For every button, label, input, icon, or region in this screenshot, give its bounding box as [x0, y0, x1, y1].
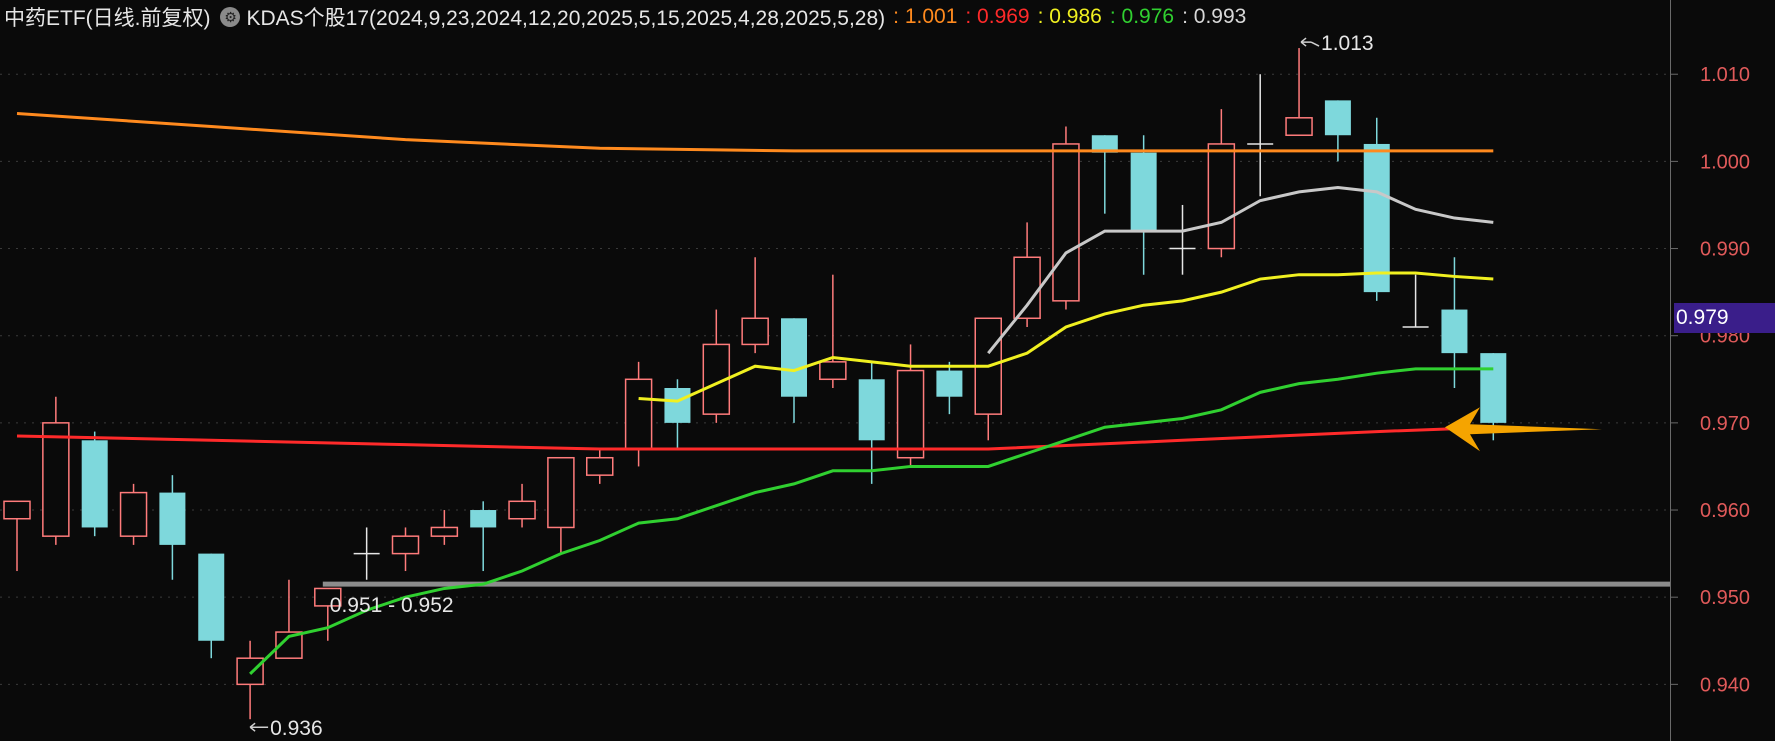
candle — [741, 257, 769, 354]
candle-body — [508, 500, 536, 520]
candle-body — [236, 657, 264, 686]
candlestick-chart[interactable]: 1.0101.0000.9900.9800.9700.9600.9500.940… — [0, 0, 1775, 741]
indicator-line-2 — [16, 425, 1494, 451]
candle-body — [3, 500, 31, 520]
candle — [664, 379, 691, 450]
candle-body — [1480, 353, 1507, 423]
range-label: 0.951 - 0.952 — [330, 594, 454, 617]
candle-body — [858, 379, 885, 441]
low-price-label: 0.936 — [270, 717, 323, 740]
candle-body — [81, 440, 108, 528]
axis-tick-label: 0.990 — [1700, 239, 1750, 261]
candle — [624, 361, 653, 467]
candle-body — [1363, 143, 1390, 293]
candle-body — [586, 456, 614, 476]
candle-body — [547, 456, 575, 529]
candle — [1130, 135, 1157, 275]
candle-body — [198, 553, 225, 641]
candle-body — [1285, 117, 1313, 136]
candle — [1402, 274, 1429, 328]
candle-body — [664, 388, 691, 423]
candle-body — [119, 491, 148, 537]
candle — [159, 475, 186, 580]
candle — [586, 449, 614, 484]
candle — [1247, 74, 1274, 197]
annotations: 1.013 0.936 0.951 - 0.952 — [249, 32, 1602, 740]
candle-body — [1130, 152, 1157, 232]
candle — [936, 361, 963, 415]
indicator-lines — [16, 111, 1494, 675]
candle-body — [1013, 256, 1041, 320]
candle-body — [819, 361, 847, 381]
candle — [198, 553, 225, 659]
candle — [236, 640, 264, 720]
candle — [119, 483, 148, 545]
candle — [42, 396, 70, 545]
price-axis-divider — [1670, 0, 1671, 741]
candle — [353, 527, 380, 580]
highlight-arrow — [1445, 407, 1602, 452]
candle — [391, 527, 420, 572]
candle — [1091, 135, 1118, 214]
candle — [1052, 126, 1080, 310]
high-marker-arrow — [1300, 37, 1320, 47]
axis-tick-label: 1.000 — [1700, 151, 1750, 173]
candle — [81, 431, 108, 537]
high-price-label: 1.013 — [1321, 32, 1374, 55]
candle-body — [896, 369, 925, 459]
candle — [1013, 222, 1041, 327]
candle-body — [781, 318, 807, 397]
candle-body — [624, 378, 653, 450]
price-axis-ticks: 1.0101.0000.9900.9800.9700.9600.9500.940 — [1670, 64, 1750, 696]
axis-tick-label: 0.970 — [1700, 413, 1750, 435]
candle-body — [391, 535, 420, 555]
axis-tick-label: 0.940 — [1700, 674, 1750, 696]
candle — [1285, 48, 1313, 136]
candle-body — [470, 510, 497, 528]
axis-tick-label: 1.010 — [1700, 64, 1750, 86]
candle-body — [1441, 309, 1468, 354]
candle — [819, 274, 847, 388]
candle-body — [159, 492, 186, 545]
indicator-line-1 — [16, 111, 1494, 153]
candle — [508, 483, 536, 528]
candle-body — [1052, 143, 1080, 302]
axis-tick-label: 0.960 — [1700, 500, 1750, 522]
axis-tick-label: 0.950 — [1700, 587, 1750, 609]
candle — [858, 361, 885, 484]
candles — [3, 48, 1507, 720]
candle — [470, 501, 497, 572]
candle-body — [1324, 100, 1351, 136]
candle — [974, 317, 1002, 441]
last-price-label: 0.979 — [1674, 303, 1775, 333]
candle-body — [430, 526, 459, 537]
candle — [430, 510, 459, 545]
candle-body — [1207, 143, 1236, 250]
candle-body — [42, 422, 70, 537]
candle-body — [936, 370, 963, 397]
low-marker-arrow — [249, 722, 269, 732]
candle — [1207, 109, 1236, 258]
candle — [702, 309, 731, 423]
candle — [3, 500, 31, 572]
candle — [547, 456, 575, 554]
candle-body — [741, 317, 769, 346]
candle — [1169, 204, 1196, 275]
